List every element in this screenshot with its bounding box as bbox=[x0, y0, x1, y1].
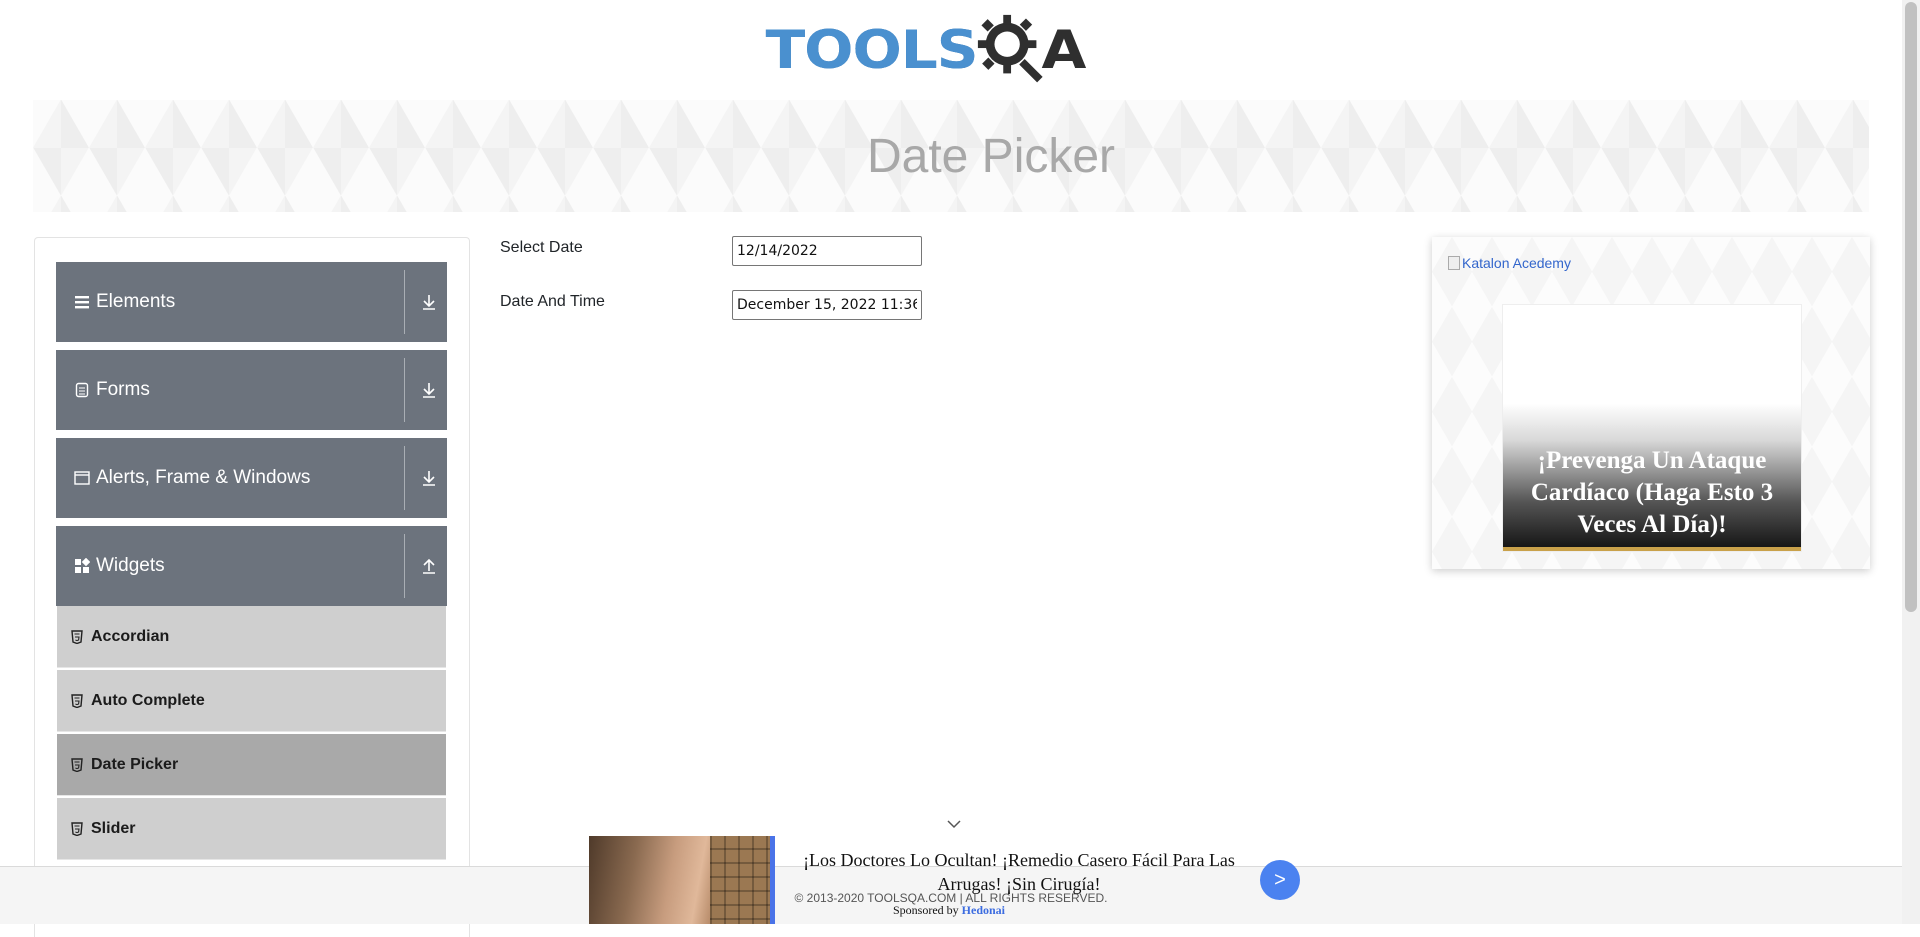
html5-icon bbox=[71, 693, 83, 708]
select-date-input[interactable] bbox=[732, 236, 922, 266]
sidebar-group-widgets[interactable]: Widgets bbox=[56, 526, 447, 606]
broken-image-icon bbox=[1448, 256, 1460, 270]
sponsored-by: Sponsored by Hedonai bbox=[589, 903, 1309, 918]
site-header: TOOLS A bbox=[0, 0, 1902, 100]
page-banner: Date Picker bbox=[33, 100, 1869, 212]
sidebar-item-label: Auto Complete bbox=[91, 691, 205, 709]
page-title: Date Picker bbox=[866, 129, 1116, 183]
ad-accent-bar bbox=[1503, 547, 1801, 551]
logo-text-a: A bbox=[1041, 19, 1087, 81]
divider bbox=[404, 358, 405, 422]
download-arrow-icon[interactable] bbox=[419, 468, 439, 488]
logo-text-tools: TOOLS bbox=[765, 19, 979, 81]
sidebar-item-label: Accordian bbox=[91, 627, 170, 645]
scrollbar-thumb[interactable] bbox=[1905, 2, 1917, 612]
html5-icon bbox=[71, 629, 83, 644]
ad-headline: ¡Prevenga Un Ataque Cardíaco (Haga Esto … bbox=[1530, 447, 1774, 538]
bottom-ad-text[interactable]: ¡Los Doctores Lo Ocultan! ¡Remedio Caser… bbox=[789, 848, 1249, 896]
sidebar-item-label: Date Picker bbox=[91, 755, 179, 773]
divider bbox=[404, 534, 405, 598]
toolsqa-logo[interactable]: TOOLS A bbox=[765, 10, 1087, 90]
sidebar: Elements Forms Alerts, Frame & Windows W… bbox=[34, 237, 470, 937]
download-arrow-icon[interactable] bbox=[419, 292, 439, 312]
hamburger-icon bbox=[74, 294, 90, 310]
vertical-scrollbar[interactable] bbox=[1902, 0, 1920, 924]
sidebar-item-date-picker[interactable]: Date Picker bbox=[57, 734, 446, 796]
katalon-academy-link[interactable]: Katalon Acedemy bbox=[1448, 255, 1571, 271]
sidebar-group-label: Elements bbox=[96, 291, 176, 312]
html5-icon bbox=[71, 757, 83, 772]
sidebar-item-label: Slider bbox=[91, 819, 136, 837]
sponsor-name[interactable]: Hedonai bbox=[962, 903, 1005, 917]
window-icon bbox=[74, 470, 90, 486]
download-arrow-icon[interactable] bbox=[419, 380, 439, 400]
date-and-time-label: Date And Time bbox=[500, 293, 605, 310]
html5-icon bbox=[71, 821, 83, 836]
sidebar-group-label: Forms bbox=[96, 379, 150, 400]
ad-card[interactable]: ¡Prevenga Un Ataque Cardíaco (Haga Esto … bbox=[1502, 304, 1802, 552]
date-and-time-input[interactable] bbox=[732, 290, 922, 320]
sidebar-group-alerts[interactable]: Alerts, Frame & Windows bbox=[56, 438, 447, 518]
sidebar-group-elements[interactable]: Elements bbox=[56, 262, 447, 342]
gear-magnifier-icon bbox=[977, 14, 1043, 83]
document-icon bbox=[74, 382, 90, 398]
ad-go-button[interactable]: > bbox=[1260, 860, 1300, 900]
sidebar-item-auto-complete[interactable]: Auto Complete bbox=[57, 670, 446, 732]
select-date-label: Select Date bbox=[500, 239, 583, 256]
ad-link-text: Katalon Acedemy bbox=[1462, 255, 1571, 271]
sponsor-prefix: Sponsored by bbox=[892, 903, 959, 917]
upload-arrow-icon[interactable] bbox=[419, 556, 439, 576]
sidebar-group-label: Alerts, Frame & Windows bbox=[96, 467, 311, 488]
sidebar-item-slider[interactable]: Slider bbox=[57, 798, 446, 860]
sidebar-group-forms[interactable]: Forms bbox=[56, 350, 447, 430]
chevron-down-icon[interactable] bbox=[946, 818, 962, 830]
bottom-sticky-ad[interactable]: ¡Los Doctores Lo Ocultan! ¡Remedio Caser… bbox=[589, 820, 1309, 924]
divider bbox=[404, 446, 405, 510]
right-ad-panel: Katalon Acedemy ¡Prevenga Un Ataque Card… bbox=[1432, 237, 1870, 569]
grid-icon bbox=[74, 558, 90, 574]
sidebar-group-label: Widgets bbox=[96, 555, 165, 576]
divider bbox=[404, 270, 405, 334]
sidebar-item-accordian[interactable]: Accordian bbox=[57, 606, 446, 668]
